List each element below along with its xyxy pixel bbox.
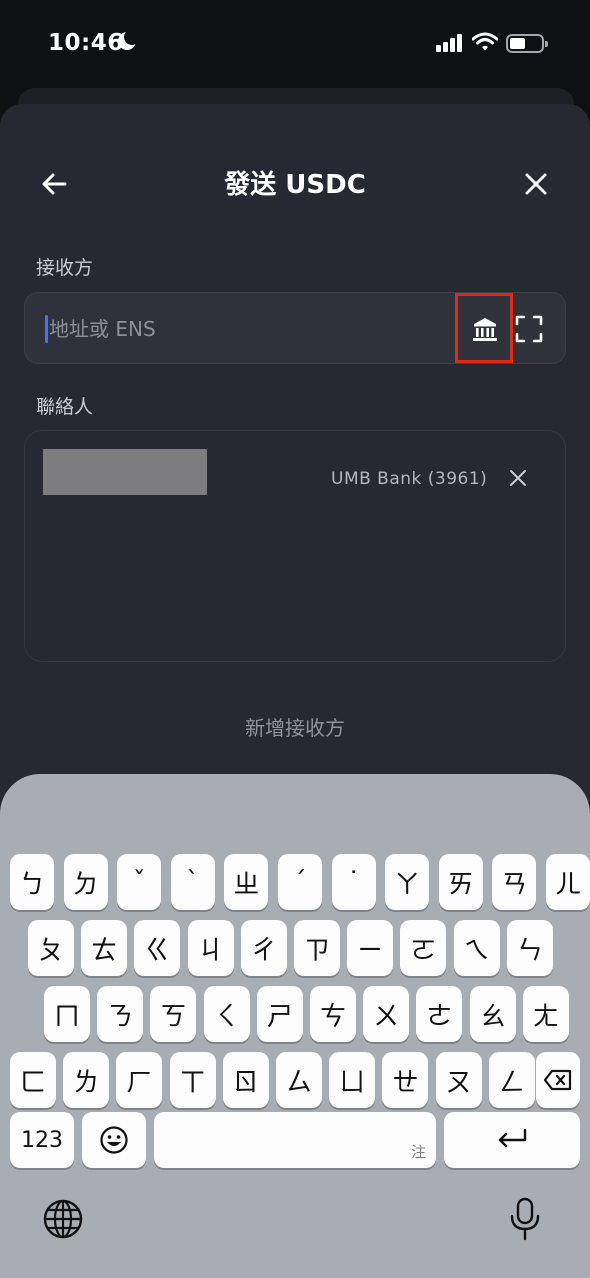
key-row2-10[interactable]: ㄣ	[506, 920, 553, 976]
text-caret	[45, 315, 48, 343]
key-row2-9[interactable]: ㄟ	[453, 920, 500, 976]
key-row4-8[interactable]: ㄝ	[382, 1052, 429, 1108]
recipient-address-input[interactable]	[49, 313, 429, 345]
contacts-list: UMB Bank (3961)	[24, 430, 566, 662]
key-row1-3[interactable]: ˇ	[117, 854, 162, 910]
key-row3-9[interactable]: ㄠ	[469, 986, 516, 1042]
contact-bank-account: UMB Bank (3961)	[331, 469, 488, 489]
numbers-key[interactable]: 123	[10, 1112, 74, 1168]
globe-icon[interactable]	[42, 1198, 84, 1240]
key-row3-2[interactable]: ㄋ	[97, 986, 144, 1042]
cellular-signal-icon	[436, 34, 464, 52]
key-row2-3[interactable]: ㄍ	[134, 920, 181, 976]
key-row4-7[interactable]: ㄩ	[329, 1052, 376, 1108]
key-row4-1[interactable]: ㄈ	[10, 1052, 56, 1108]
key-row1-4[interactable]: ˋ	[170, 854, 215, 910]
key-row3-3[interactable]: ㄎ	[150, 986, 197, 1042]
key-row1-7[interactable]: ˙	[331, 854, 376, 910]
wifi-icon	[472, 32, 498, 51]
key-row2-4[interactable]: ㄐ	[187, 920, 234, 976]
battery-icon	[506, 34, 548, 53]
add-recipient-button[interactable]: 新增接收方	[0, 712, 590, 741]
close-icon[interactable]	[522, 170, 550, 198]
key-row2-2[interactable]: ㄊ	[81, 920, 128, 976]
key-row1-10[interactable]: ㄢ	[492, 854, 537, 910]
contact-item[interactable]: UMB Bank (3961)	[25, 431, 565, 527]
key-row4-2[interactable]: ㄌ	[63, 1052, 110, 1108]
key-row2-8[interactable]: ㄛ	[400, 920, 447, 976]
key-row2-7[interactable]: ㄧ	[347, 920, 394, 976]
recipient-label: 接收方	[36, 257, 94, 279]
remove-contact-icon[interactable]	[507, 467, 529, 489]
return-icon	[498, 1128, 527, 1148]
space-key-hint: 注	[410, 1143, 426, 1161]
key-row1-5[interactable]: ㄓ	[224, 854, 269, 910]
microphone-icon[interactable]	[508, 1196, 542, 1242]
key-row4-4[interactable]: ㄒ	[169, 1052, 216, 1108]
status-bar: 10:46	[0, 0, 590, 90]
bank-account-button[interactable]	[455, 293, 513, 363]
scan-qr-icon[interactable]	[515, 315, 543, 343]
key-row1-6[interactable]: ˊ	[278, 854, 322, 910]
key-row1-8[interactable]: ㄚ	[385, 854, 430, 910]
key-row3-4[interactable]: ㄑ	[203, 986, 250, 1042]
key-row4-10[interactable]: ㄥ	[488, 1052, 535, 1108]
key-row3-5[interactable]: ㄕ	[256, 986, 303, 1042]
redacted-contact-name	[43, 449, 207, 495]
bopomofo-keyboard: ㄅㄉ ˇ ˋ ㄓ ˊ ˙ ㄚㄞㄢㄦㄆㄊㄍㄐㄔㄗㄧㄛㄟㄣㄇㄋㄎㄑㄕㄘㄨㄜㄠㄤㄈㄌㄏㄒㄖㄙㄩㄝㄡ…	[0, 774, 590, 1278]
emoji-key[interactable]	[82, 1112, 146, 1168]
delete-icon	[543, 1069, 572, 1091]
key-row3-6[interactable]: ㄘ	[310, 986, 356, 1042]
key-row1-2[interactable]: ㄉ	[63, 854, 108, 910]
key-row1-1[interactable]: ㄅ	[10, 854, 54, 910]
bank-icon	[473, 318, 497, 341]
key-row2-1[interactable]: ㄆ	[28, 920, 74, 976]
key-row1-9[interactable]: ㄞ	[438, 854, 483, 910]
return-key[interactable]	[444, 1112, 580, 1168]
key-row4-6[interactable]: ㄙ	[276, 1052, 322, 1108]
contacts-label: 聯絡人	[36, 396, 94, 418]
key-row3-1[interactable]: ㄇ	[44, 986, 90, 1042]
emoji-icon	[100, 1126, 128, 1154]
space-key[interactable]: 注	[154, 1112, 436, 1168]
page-title: 發送 USDC	[224, 170, 366, 200]
key-row1-11[interactable]: ㄦ	[546, 854, 590, 910]
key-row4-5[interactable]: ㄖ	[222, 1052, 269, 1108]
delete-key[interactable]	[536, 1052, 580, 1108]
key-row2-6[interactable]: ㄗ	[294, 920, 340, 976]
key-row3-7[interactable]: ㄨ	[363, 986, 410, 1042]
key-row3-10[interactable]: ㄤ	[522, 986, 569, 1042]
key-row4-9[interactable]: ㄡ	[435, 1052, 482, 1108]
key-row2-5[interactable]: ㄔ	[240, 920, 287, 976]
recipient-field	[24, 292, 566, 364]
status-time: 10:46	[48, 30, 124, 56]
moon-icon	[118, 29, 140, 50]
key-row4-3[interactable]: ㄏ	[116, 1052, 163, 1108]
key-row3-8[interactable]: ㄜ	[416, 986, 463, 1042]
